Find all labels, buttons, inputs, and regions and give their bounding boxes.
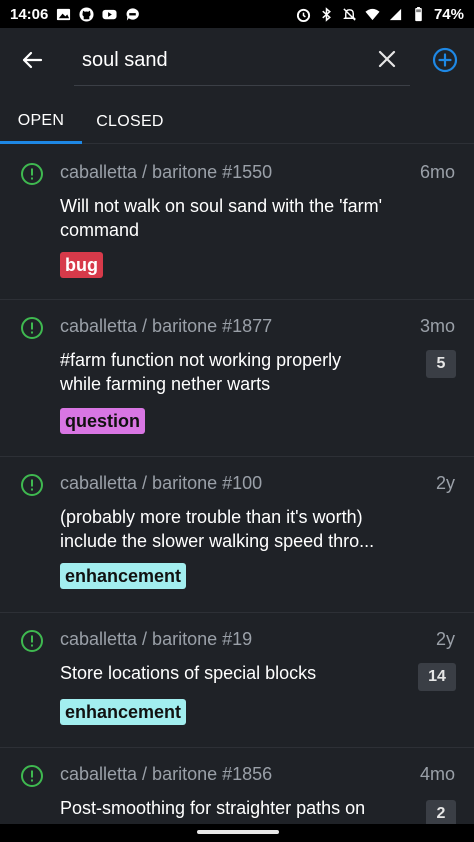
issue-row[interactable]: caballetta / baritone #1856 4mo Post-smo… — [0, 748, 474, 824]
issue-title: Post-smoothing for straighter paths on — [60, 796, 420, 820]
issue-repo: caballetta / baritone #19 — [60, 629, 253, 649]
issue-title-line: #farm function not working properly — [60, 350, 342, 370]
system-navigation-bar — [0, 824, 474, 842]
issue-title: #farm function not working properly whil… — [60, 348, 420, 396]
issue-label: enhancement — [60, 699, 187, 725]
issue-title-line: while farming nether warts — [60, 374, 271, 394]
issue-repo: caballetta / baritone #1550 — [60, 162, 273, 182]
issue-repo: caballetta / baritone #1856 — [60, 764, 273, 784]
issue-age: 3mo — [419, 316, 455, 336]
add-circle-icon — [432, 47, 458, 73]
issue-age: 6mo — [419, 162, 455, 182]
notification-icons — [56, 6, 140, 22]
issue-row[interactable]: caballetta / baritone #1550 6mo Will not… — [0, 146, 474, 300]
issue-row[interactable]: caballetta / baritone #100 2y (probably … — [0, 457, 474, 613]
search-toolbar — [0, 28, 474, 92]
battery-icon — [411, 6, 426, 22]
mute-icon — [342, 7, 357, 22]
signal-icon — [388, 7, 403, 22]
issue-label: question — [60, 408, 145, 434]
issue-repo: caballetta / baritone #100 — [60, 473, 263, 493]
comment-count-badge: 2 — [426, 800, 456, 824]
issue-title: Will not walk on soul sand with the 'far… — [60, 194, 420, 242]
system-indicators: 74% — [296, 6, 464, 23]
battery-percent: 74% — [433, 5, 464, 23]
image-icon — [56, 7, 71, 22]
search-field[interactable] — [74, 36, 410, 86]
alarm-icon — [296, 7, 311, 22]
issue-title: Store locations of special blocks — [60, 661, 420, 685]
issue-title-line: command — [60, 220, 140, 240]
tab-closed[interactable]: CLOSED — [88, 100, 172, 144]
bluetooth-icon — [319, 6, 334, 22]
issue-title-line: include the slower walking speed thro... — [60, 531, 375, 551]
issue-search-screen: OPEN CLOSED caballetta / baritone #1550 … — [0, 28, 474, 824]
issue-age: 2y — [435, 473, 455, 493]
chat-icon — [125, 7, 140, 22]
issue-age: 2y — [435, 629, 455, 649]
issue-label: enhancement — [60, 563, 187, 589]
tab-open[interactable]: OPEN — [0, 100, 82, 144]
issue-age: 4mo — [419, 764, 455, 784]
github-icon — [79, 6, 94, 22]
search-input[interactable] — [82, 46, 362, 74]
youtube-icon — [102, 7, 117, 22]
issue-title-line: Store locations of special blocks — [60, 663, 317, 683]
add-filter-button[interactable] — [432, 47, 458, 73]
close-icon — [378, 50, 396, 68]
issue-open-icon — [21, 630, 43, 652]
home-gesture-handle[interactable] — [197, 830, 279, 834]
back-button[interactable] — [18, 46, 46, 74]
issue-open-icon — [21, 474, 43, 496]
arrow-left-icon — [22, 51, 43, 69]
issue-open-icon — [21, 163, 43, 185]
clear-search-button[interactable] — [374, 46, 400, 72]
comment-count-badge: 14 — [418, 663, 456, 691]
issue-row[interactable]: caballetta / baritone #1877 3mo #farm fu… — [0, 300, 474, 457]
issue-label: bug — [60, 252, 103, 278]
issue-open-icon — [21, 317, 43, 339]
status-bar: 14:06 74% — [0, 0, 474, 28]
issue-title-line: (probably more trouble than it's worth) — [60, 507, 363, 527]
issue-open-icon — [21, 765, 43, 787]
comment-count-badge: 5 — [426, 350, 456, 378]
issue-repo: caballetta / baritone #1877 — [60, 316, 273, 336]
issue-title-line: Will not walk on soul sand with the 'far… — [60, 196, 383, 216]
state-tabs: OPEN CLOSED — [0, 100, 474, 144]
issue-title: (probably more trouble than it's worth) … — [60, 505, 420, 553]
status-time: 14:06 — [10, 5, 49, 23]
wifi-icon — [365, 7, 380, 22]
issue-title-line: Post-smoothing for straighter paths on — [60, 798, 366, 818]
issue-row[interactable]: caballetta / baritone #19 2y Store locat… — [0, 613, 474, 748]
